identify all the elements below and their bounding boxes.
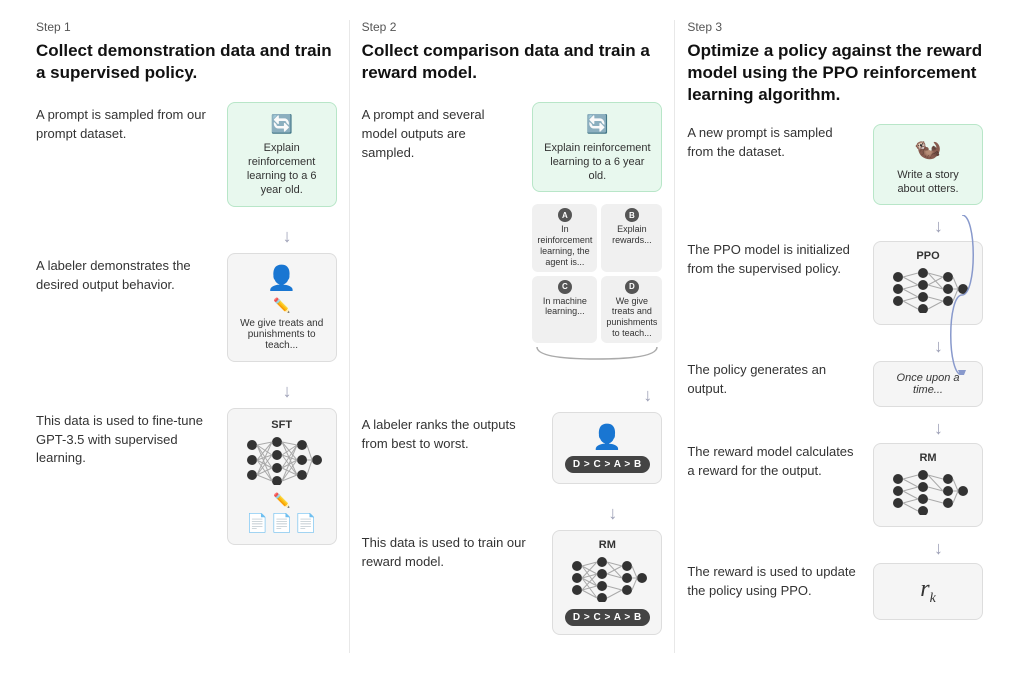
rm2-neural-net xyxy=(888,467,968,515)
step1-prompt-card: 🔄 Explain reinforcement learning to a 6 … xyxy=(227,102,337,207)
step2-labeler-card: 👤 D > C > A > B xyxy=(552,412,662,484)
reward-symbol: rk xyxy=(920,576,936,602)
step3-prompt-text: Write a story about otters. xyxy=(897,169,959,195)
step1-visual-sft: SFT xyxy=(227,408,337,545)
step1-sft-card: SFT xyxy=(227,408,337,545)
arrow-down-3d: ↓ xyxy=(934,539,943,557)
step3-title: Optimize a policy against the reward mod… xyxy=(687,40,988,106)
output-a: A In reinforcement learning, the agent i… xyxy=(532,204,597,271)
step1-prompt-text: Explain reinforcement learning to a 6 ye… xyxy=(247,142,317,197)
step1-section-labeler: A labeler demonstrates the desired outpu… xyxy=(36,253,337,362)
column-step2: Step 2 Collect comparison data and train… xyxy=(350,20,676,653)
feedback-arrow-svg xyxy=(942,215,982,375)
doc-icon-2: 📄 xyxy=(270,513,292,534)
step3-visual-prompt: 🦦 Write a story about otters. xyxy=(868,124,988,205)
step1-text-sft: This data is used to fine-tune GPT-3.5 w… xyxy=(36,408,215,469)
step3-section-reward: The reward is used to update the policy … xyxy=(687,563,988,620)
doc-icon-1: 📄 xyxy=(246,513,268,534)
step1-visual-prompt: 🔄 Explain reinforcement learning to a 6 … xyxy=(227,102,337,207)
curly-brace-container xyxy=(532,345,662,366)
column-step3: Step 3 Optimize a policy against the rew… xyxy=(675,20,1000,653)
arrow-down-1b: ↓ xyxy=(283,382,292,400)
step1-labeler-card: 👤 ✏️ We give treats and punishments to t… xyxy=(227,253,337,362)
step2-text-prompt: A prompt and several model outputs are s… xyxy=(362,102,521,163)
output-d: D We give treats and punishments to teac… xyxy=(601,276,662,343)
refresh-icon: 🔄 xyxy=(238,113,326,136)
step1-visual-labeler: 👤 ✏️ We give treats and punishments to t… xyxy=(227,253,337,362)
step2-sequence-badge: D > C > A > B xyxy=(565,456,650,473)
step3-text-output: The policy generates an output. xyxy=(687,361,858,407)
step1-title: Collect demonstration data and train a s… xyxy=(36,40,337,84)
arrow-down-2b: ↓ xyxy=(608,504,617,522)
sft-neural-net xyxy=(242,435,322,485)
step2-section-rank: A labeler ranks the outputs from best to… xyxy=(362,412,663,484)
step2-label: Step 2 xyxy=(362,20,663,34)
step3-section-ppo: The PPO model is initialized from the su… xyxy=(687,241,988,325)
rank-letter-c: C xyxy=(558,280,572,294)
otter-icon: 🦦 xyxy=(884,135,972,164)
step2-ranked-grid: A In reinforcement learning, the agent i… xyxy=(532,204,662,342)
refresh-icon-2: 🔄 xyxy=(543,113,651,136)
step2-prompt-text: Explain reinforcement learning to a 6 ye… xyxy=(544,142,650,183)
step1-labeler-text: We give treats and punishments to teach.… xyxy=(238,318,326,351)
curly-brace-svg xyxy=(532,345,662,361)
person-icon: 👤 xyxy=(238,264,326,293)
step3-section-rm: The reward model calculates a reward for… xyxy=(687,443,988,527)
step1-text-labeler: A labeler demonstrates the desired outpu… xyxy=(36,253,215,295)
step3-visual-ppo: PPO xyxy=(868,241,988,325)
step2-text-rm: This data is used to train our reward mo… xyxy=(362,530,541,572)
reward-subscript: k xyxy=(930,591,936,606)
step3-reward-card: rk xyxy=(873,563,983,620)
rm-neural-net xyxy=(567,554,647,602)
step2-prompt-card: 🔄 Explain reinforcement learning to a 6 … xyxy=(532,102,662,192)
step1-section-sft: This data is used to fine-tune GPT-3.5 w… xyxy=(36,408,337,545)
step3-prompt-card: 🦦 Write a story about otters. xyxy=(873,124,983,205)
step3-rm-card: RM xyxy=(873,443,983,527)
doc-icons: 📄 📄 📄 xyxy=(238,513,326,534)
arrow-down-2a: ↓ xyxy=(643,386,652,404)
rank-letter-d: D xyxy=(625,280,639,294)
step3-visual-reward: rk xyxy=(868,563,988,620)
arrow-down-3c: ↓ xyxy=(934,419,943,437)
arrow-down-1a: ↓ xyxy=(283,227,292,245)
rm2-label: RM xyxy=(882,452,974,464)
rm-label: RM xyxy=(561,539,653,551)
sft-label: SFT xyxy=(238,419,326,431)
step3-text-ppo: The PPO model is initialized from the su… xyxy=(687,241,858,325)
step3-section-prompt: A new prompt is sampled from the dataset… xyxy=(687,124,988,205)
rank-letter-a: A xyxy=(558,208,572,222)
step3-text-prompt: A new prompt is sampled from the dataset… xyxy=(687,124,858,205)
step1-text-prompt: A prompt is sampled from our prompt data… xyxy=(36,102,215,144)
output-c-text: In machine learning... xyxy=(543,296,587,317)
edit-icon: ✏️ xyxy=(238,492,326,509)
step1-section-prompt: A prompt is sampled from our prompt data… xyxy=(36,102,337,207)
step2-visual-rank: 👤 D > C > A > B xyxy=(552,412,662,484)
step2-rm-sequence: D > C > A > B xyxy=(565,609,650,626)
step2-section-prompt: A prompt and several model outputs are s… xyxy=(362,102,663,366)
step3-visual-rm: RM xyxy=(868,443,988,527)
step1-label: Step 1 xyxy=(36,20,337,34)
step2-visual-prompt: 🔄 Explain reinforcement learning to a 6 … xyxy=(532,102,662,366)
step3-label: Step 3 xyxy=(687,20,988,34)
step3-text-reward: The reward is used to update the policy … xyxy=(687,563,858,620)
step2-rm-card: RM xyxy=(552,530,662,635)
output-a-text: In reinforcement learning, the agent is.… xyxy=(537,224,592,266)
step1-labeler-subicon: ✏️ xyxy=(273,297,290,313)
doc-icon-3: 📄 xyxy=(295,513,317,534)
output-c: C In machine learning... xyxy=(532,276,597,343)
step2-text-rank: A labeler ranks the outputs from best to… xyxy=(362,412,541,454)
step2-section-rm: This data is used to train our reward mo… xyxy=(362,530,663,635)
step2-title: Collect comparison data and train a rewa… xyxy=(362,40,663,84)
output-b: B Explain rewards... xyxy=(601,204,662,271)
main-container: Step 1 Collect demonstration data and tr… xyxy=(0,0,1024,673)
person-icon-2: 👤 xyxy=(592,424,622,451)
rank-letter-b: B xyxy=(625,208,639,222)
column-step1: Step 1 Collect demonstration data and tr… xyxy=(24,20,350,653)
output-b-text: Explain rewards... xyxy=(612,224,652,245)
output-d-text: We give treats and punishments to teach.… xyxy=(606,296,657,338)
step3-text-rm: The reward model calculates a reward for… xyxy=(687,443,858,527)
step3-output-text: Once upon a time... xyxy=(897,372,960,396)
step2-outputs-container: A In reinforcement learning, the agent i… xyxy=(532,204,662,365)
step2-visual-rm: RM xyxy=(552,530,662,635)
